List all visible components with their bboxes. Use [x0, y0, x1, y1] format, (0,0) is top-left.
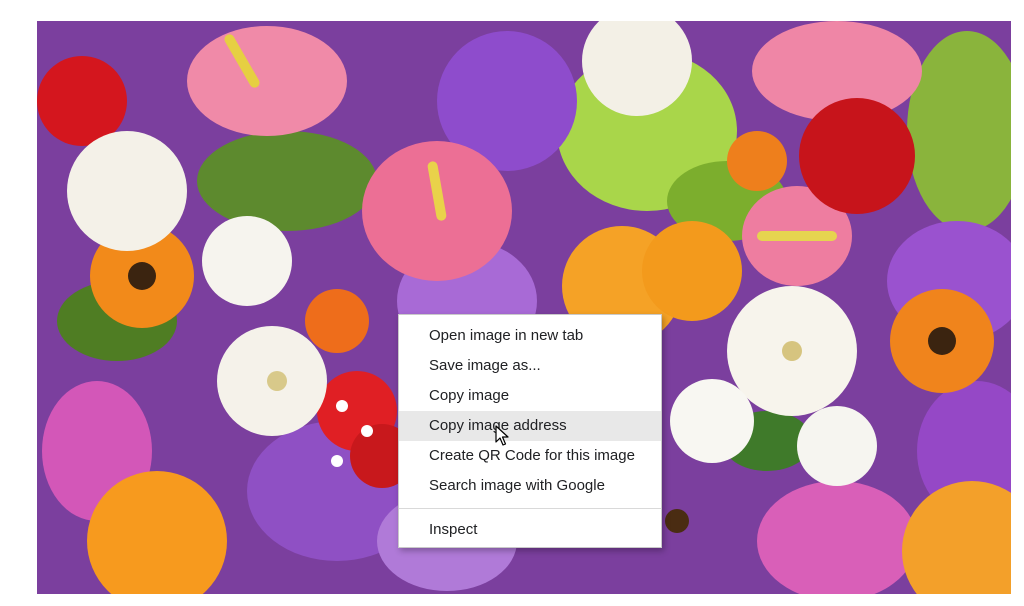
menu-item-save-image-as[interactable]: Save image as... — [399, 351, 661, 381]
arrow-pointer-icon — [495, 425, 509, 446]
menu-item-open-image-new-tab[interactable]: Open image in new tab — [399, 321, 661, 351]
menu-item-search-image-google[interactable]: Search image with Google — [399, 471, 661, 501]
menu-separator — [399, 508, 661, 509]
page: Open image in new tab Save image as... C… — [0, 0, 1024, 606]
menu-item-copy-image-address[interactable]: Copy image address — [399, 411, 661, 441]
menu-item-inspect[interactable]: Inspect — [399, 515, 661, 545]
menu-item-copy-image[interactable]: Copy image — [399, 381, 661, 411]
menu-item-create-qr-code[interactable]: Create QR Code for this image — [399, 441, 661, 471]
context-menu: Open image in new tab Save image as... C… — [398, 314, 662, 548]
